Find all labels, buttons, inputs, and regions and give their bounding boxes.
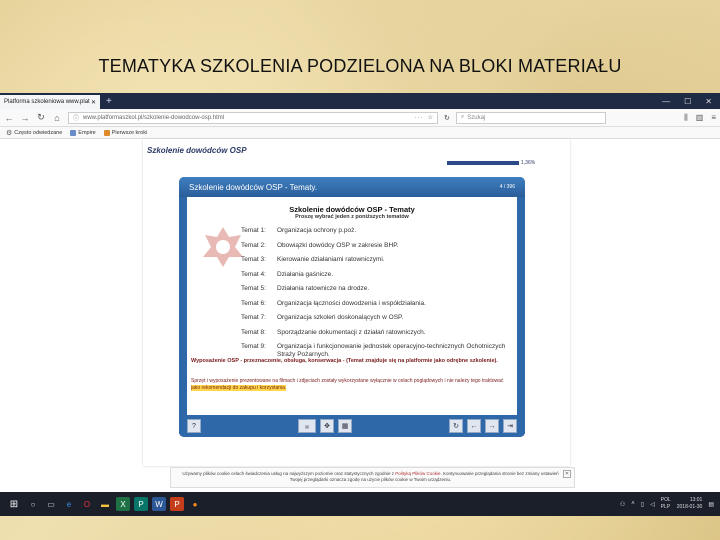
window-controls: — ☐ ✕ xyxy=(662,97,720,106)
menu-icon[interactable]: ≡ xyxy=(711,113,716,123)
new-tab-icon[interactable]: + xyxy=(106,96,112,107)
topic-item[interactable]: Temat 9: Organizacja i funkcjonowanie jed… xyxy=(241,343,517,359)
slide-title: TEMATYKA SZKOLENIA PODZIELONA NA BLOKI M… xyxy=(98,56,622,76)
sidebar-icon[interactable]: ▥ xyxy=(696,113,704,123)
opera-icon[interactable]: O xyxy=(80,497,94,511)
slide-subheading: Proszę wybrać jeden z poniższych tematów xyxy=(295,214,409,220)
browser-tab[interactable]: Platforma szkoleniowa www.plat ✕ xyxy=(0,95,100,109)
fire-brigade-emblem-icon xyxy=(203,227,243,267)
file-explorer-icon[interactable]: ▬ xyxy=(98,497,112,511)
reload-small-icon[interactable]: ↻ xyxy=(444,114,450,122)
player-controls: ? ▤ ✥ ▦ ↻ ← → ⇥ xyxy=(179,415,525,437)
firefox-icon[interactable]: ● xyxy=(188,497,202,511)
toolbar-icons: ⫼ ▥ ≡ xyxy=(684,113,716,123)
back-icon[interactable]: ← xyxy=(4,113,14,123)
home-icon[interactable]: ⌂ xyxy=(52,113,62,123)
equipment-notice[interactable]: Wyposażenie OSP - przeznaczenie, obsługa… xyxy=(191,358,513,365)
volume-icon[interactable]: ◁ xyxy=(650,501,655,508)
windows-taskbar: ⊞ ○ ▭ e O ▬ X P W P ● ⚇ ˄ ▯ ◁ POL PLP 13… xyxy=(0,492,720,516)
bookmark-star-icon[interactable]: ☆ xyxy=(428,114,433,121)
excel-icon[interactable]: X xyxy=(116,497,130,511)
task-view-icon[interactable]: ▭ xyxy=(44,497,58,511)
url-text: www.platformaszkol.pl/szkolenie-dowodcow… xyxy=(83,114,225,121)
page-counter: 4 / 396 xyxy=(499,184,515,190)
player-header: Szkolenie dowódców OSP - Tematy. 4 / 396 xyxy=(179,177,525,197)
bookmark-item[interactable]: ⚙ Często odwiedzane xyxy=(6,129,62,137)
close-window-icon[interactable]: ✕ xyxy=(705,97,712,106)
course-title: Szkolenie dowódców OSP xyxy=(147,146,247,155)
language-indicator[interactable]: POL PLP xyxy=(661,497,671,511)
word-icon[interactable]: W xyxy=(152,497,166,511)
system-tray: ⚇ ˄ ▯ ◁ POL PLP 13:01 2018-01-30 ▤ xyxy=(620,497,714,511)
progress-text: 1,36% xyxy=(521,160,536,166)
search-icon: ⌕ xyxy=(460,114,465,120)
previous-button[interactable]: ← xyxy=(467,419,481,433)
browser-tab-bar: Platforma szkoleniowa www.plat ✕ + — ☐ ✕ xyxy=(0,93,720,109)
topic-item[interactable]: Temat 3: Kierowanie działaniami ratownicz… xyxy=(241,256,517,264)
topic-item[interactable]: Temat 5: Działania ratownicze na drodze. xyxy=(241,285,517,293)
library-icon[interactable]: ⫼ xyxy=(684,113,688,123)
search-bar[interactable]: ⌕ Szukaj xyxy=(455,111,606,124)
topic-list: Temat 1: Organizacja ochrony p.poż. Temat… xyxy=(241,227,517,366)
forward-icon[interactable]: → xyxy=(20,113,30,123)
slide-heading: Szkolenie dowódców OSP - Tematy xyxy=(289,205,415,214)
cookie-close-icon[interactable]: ✕ xyxy=(563,470,571,478)
bookmark-item[interactable]: Empire xyxy=(70,129,96,136)
web-page: Szkolenie dowódców OSP 1,36% Szkolenie d… xyxy=(0,139,720,466)
topic-item[interactable]: Temat 4: Działania gaśnicze. xyxy=(241,271,517,279)
page-actions-icon[interactable]: ··· xyxy=(415,115,424,121)
network-icon[interactable]: ▯ xyxy=(641,501,644,508)
bookmarks-bar: ⚙ Często odwiedzane Empire Pierwsze kroki xyxy=(0,127,720,139)
notifications-icon[interactable]: ▤ xyxy=(708,501,714,508)
info-icon[interactable]: ⓘ xyxy=(73,113,79,122)
content-column: Szkolenie dowódców OSP 1,36% Szkolenie d… xyxy=(143,139,570,466)
search-placeholder: Szukaj xyxy=(467,114,486,121)
reload-icon[interactable]: ↻ xyxy=(36,112,46,123)
progress-fill xyxy=(447,161,519,165)
notes-button[interactable]: ▦ xyxy=(338,419,352,433)
powerpoint-icon[interactable]: P xyxy=(170,497,184,511)
move-button[interactable]: ✥ xyxy=(320,419,334,433)
browser-nav-bar: ← → ↻ ⌂ ⓘ www.platformaszkol.pl/szkoleni… xyxy=(0,109,720,127)
url-bar[interactable]: ⓘ www.platformaszkol.pl/szkolenie-dowodc… xyxy=(68,111,438,124)
edge-icon[interactable]: e xyxy=(62,497,76,511)
replay-button[interactable]: ↻ xyxy=(449,419,463,433)
topic-item[interactable]: Temat 7: Organizacja szkoleń doskonalącyc… xyxy=(241,314,517,322)
exit-button[interactable]: ⇥ xyxy=(503,419,517,433)
next-button[interactable]: → xyxy=(485,419,499,433)
course-player: Szkolenie dowódców OSP - Tematy. 4 / 396… xyxy=(179,177,525,437)
bookmark-icon xyxy=(103,129,110,136)
minimize-icon[interactable]: — xyxy=(662,97,670,106)
cookie-policy-link[interactable]: Polityką Plików Cookie xyxy=(395,471,440,476)
cookie-banner: Używamy plików cookie celach świadczenia… xyxy=(170,467,575,488)
topic-item[interactable]: Temat 6: Organizacja łączności dowodzenia… xyxy=(241,300,517,308)
bookmark-item[interactable]: Pierwsze kroki xyxy=(103,129,147,136)
topic-item[interactable]: Temat 2: Obowiązki dowódcy OSP w zakresie… xyxy=(241,242,517,250)
gear-icon: ⚙ xyxy=(6,129,13,137)
start-icon[interactable]: ⊞ xyxy=(6,499,22,510)
help-button[interactable]: ? xyxy=(187,419,201,433)
bookmark-icon xyxy=(70,129,77,136)
topic-item[interactable]: Temat 1: Organizacja ochrony p.poż. xyxy=(241,227,517,235)
clock[interactable]: 13:01 2018-01-30 xyxy=(677,497,703,511)
player-title: Szkolenie dowódców OSP - Tematy. xyxy=(189,182,318,192)
tab-title: Platforma szkoleniowa www.plat xyxy=(4,99,90,105)
tray-up-icon[interactable]: ˄ xyxy=(631,501,635,507)
browser-screenshot: Platforma szkoleniowa www.plat ✕ + — ☐ ✕… xyxy=(0,93,720,516)
topic-item[interactable]: Temat 8: Sporządzanie dokumentacji z dzia… xyxy=(241,329,517,337)
tray-people-icon[interactable]: ⚇ xyxy=(620,501,625,508)
progress-bar xyxy=(447,161,519,165)
tab-close-icon[interactable]: ✕ xyxy=(91,99,96,106)
search-icon[interactable]: ○ xyxy=(26,497,40,511)
player-slide: Szkolenie dowódców OSP - Tematy Proszę w… xyxy=(187,197,517,415)
maximize-icon[interactable]: ☐ xyxy=(684,97,691,106)
equipment-disclaimer: Sprzęt i wyposażenie prezentowane na fil… xyxy=(191,378,504,391)
menu-button[interactable]: ▤ xyxy=(298,419,316,433)
publisher-icon[interactable]: P xyxy=(134,497,148,511)
